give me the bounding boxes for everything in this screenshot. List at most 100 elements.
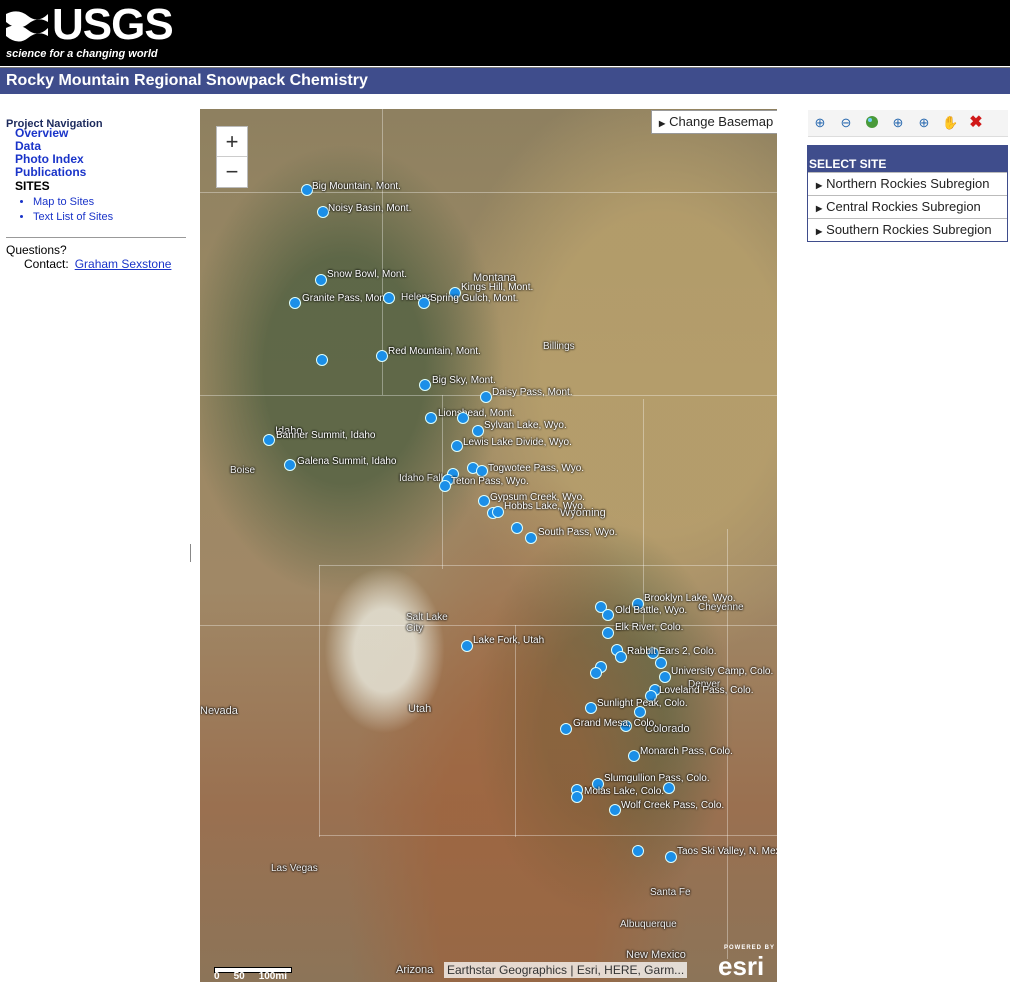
site-label: Galena Summit, Idaho — [297, 456, 397, 467]
select-site-panel: SELECT SITE ▶ Northern Rockies Subregion … — [807, 145, 1008, 242]
site-marker[interactable] — [439, 480, 451, 492]
site-marker[interactable] — [615, 651, 627, 663]
logo-tagline: science for a changing world — [6, 48, 158, 60]
site-label: Banner Summit, Idaho — [276, 430, 376, 441]
site-marker[interactable] — [472, 425, 484, 437]
site-label: University Camp, Colo. — [671, 666, 774, 677]
site-label: Elk River, Colo. — [615, 622, 684, 633]
sites-heading: SITES — [15, 179, 50, 193]
zoom-in-icon[interactable]: ⊕ — [812, 115, 828, 131]
caret-right-icon: ▶ — [816, 227, 823, 236]
site-label: Red Mountain, Mont. — [388, 346, 481, 357]
scale-label: 0 — [214, 971, 220, 982]
site-marker[interactable] — [659, 671, 671, 683]
site-marker[interactable] — [457, 412, 469, 424]
site-marker[interactable] — [376, 350, 388, 362]
esri-logo[interactable]: POWERED BY esri — [718, 945, 775, 982]
state-label: New Mexico — [626, 949, 686, 961]
left-nav: Project Navigation Overview Data Photo I… — [6, 118, 188, 271]
site-marker[interactable] — [602, 609, 614, 621]
map-attribution[interactable]: Earthstar Geographics | Esri, HERE, Garm… — [444, 962, 688, 978]
site-marker[interactable] — [316, 354, 328, 366]
caret-right-icon: ▶ — [816, 204, 823, 213]
site-marker[interactable] — [289, 297, 301, 309]
site-label: Snow Bowl, Mont. — [327, 269, 408, 280]
subregion-northern-rockies[interactable]: ▶ Northern Rockies Subregion — [808, 172, 1007, 195]
state-border — [200, 192, 777, 193]
site-marker[interactable] — [590, 667, 602, 679]
city-label: Albuquerque — [620, 919, 677, 930]
site-marker[interactable] — [609, 804, 621, 816]
site-marker[interactable] — [560, 723, 572, 735]
site-marker[interactable] — [655, 657, 667, 669]
site-marker[interactable] — [418, 297, 430, 309]
pan-hand-icon[interactable]: ✋ — [942, 115, 958, 131]
panel-splitter[interactable] — [190, 544, 191, 562]
zoom-out-icon[interactable]: ⊖ — [838, 115, 854, 131]
site-label: Daisy Pass, Mont. — [492, 387, 573, 398]
site-marker[interactable] — [492, 506, 504, 518]
site-marker[interactable] — [525, 532, 537, 544]
nav-link-map-to-sites[interactable]: Map to Sites — [33, 195, 188, 210]
site-marker[interactable] — [461, 640, 473, 652]
subregion-central-rockies[interactable]: ▶ Central Rockies Subregion — [808, 195, 1007, 218]
site-label: Wolf Creek Pass, Colo. — [621, 800, 725, 811]
zoom-control: + − — [216, 126, 248, 188]
map-view[interactable]: Montana Idaho Wyoming Utah Colorado New … — [200, 109, 777, 982]
next-extent-icon[interactable]: ⊕ — [916, 115, 932, 131]
state-border — [319, 565, 777, 566]
site-label: Lewis Lake Divide, Wyo. — [463, 437, 572, 448]
state-border — [515, 625, 516, 837]
site-marker[interactable] — [480, 391, 492, 403]
site-marker[interactable] — [571, 791, 583, 803]
site-marker[interactable] — [315, 274, 327, 286]
city-label: Santa Fe — [650, 887, 691, 898]
site-label: Lake Fork, Utah — [473, 635, 545, 646]
usgs-logo[interactable]: USGS science for a changing world — [4, 2, 174, 62]
site-marker[interactable] — [585, 702, 597, 714]
site-marker[interactable] — [419, 379, 431, 391]
site-label: Molas Lake, Colo. — [584, 786, 665, 797]
clear-x-icon[interactable]: ✖ — [968, 115, 984, 131]
nav-link-text-list-of-sites[interactable]: Text List of Sites — [33, 210, 188, 225]
site-label: Big Sky, Mont. — [432, 375, 496, 386]
site-marker[interactable] — [511, 522, 523, 534]
subregion-southern-rockies[interactable]: ▶ Southern Rockies Subregion — [808, 218, 1007, 241]
site-marker[interactable] — [634, 706, 646, 718]
change-basemap-label: Change Basemap — [669, 114, 774, 129]
site-marker[interactable] — [451, 440, 463, 452]
zoom-out-button[interactable]: − — [217, 156, 247, 186]
site-label: South Pass, Wyo. — [538, 527, 618, 538]
esri-logo-text: esri — [718, 951, 765, 981]
site-label: Taos Ski Valley, N. Mex. — [677, 846, 777, 857]
nav-link-publications[interactable]: Publications — [15, 166, 188, 179]
state-border — [200, 625, 777, 626]
site-marker[interactable] — [284, 459, 296, 471]
site-marker[interactable] — [425, 412, 437, 424]
change-basemap-button[interactable]: ▶ Change Basemap — [651, 110, 777, 134]
site-label: Noisy Basin, Mont. — [328, 203, 412, 214]
city-label: Billings — [543, 341, 575, 352]
site-marker[interactable] — [628, 750, 640, 762]
site-label: Old Battle, Wyo. — [615, 605, 688, 616]
usgs-waves-icon — [6, 11, 48, 42]
state-border — [319, 835, 777, 836]
site-marker[interactable] — [383, 292, 395, 304]
site-label: Monarch Pass, Colo. — [640, 746, 733, 757]
site-label: Sylvan Lake, Wyo. — [484, 420, 567, 431]
site-label: Kings Hill, Mont. — [461, 282, 534, 293]
site-marker[interactable] — [665, 851, 677, 863]
subregion-label: Central Rockies Subregion — [826, 199, 981, 214]
site-marker[interactable] — [478, 495, 490, 507]
site-marker[interactable] — [263, 434, 275, 446]
previous-extent-icon[interactable]: ⊕ — [890, 115, 906, 131]
site-label: Spring Gulch, Mont. — [430, 293, 519, 304]
site-label: Granite Pass, Mont. — [302, 293, 391, 304]
state-border — [643, 399, 644, 625]
site-marker[interactable] — [632, 845, 644, 857]
contact-link[interactable]: Graham Sexstone — [75, 257, 172, 271]
zoom-in-button[interactable]: + — [217, 127, 247, 156]
site-label: Big Mountain, Mont. — [312, 181, 401, 192]
full-extent-globe-icon[interactable] — [864, 115, 880, 131]
site-marker[interactable] — [602, 627, 614, 639]
